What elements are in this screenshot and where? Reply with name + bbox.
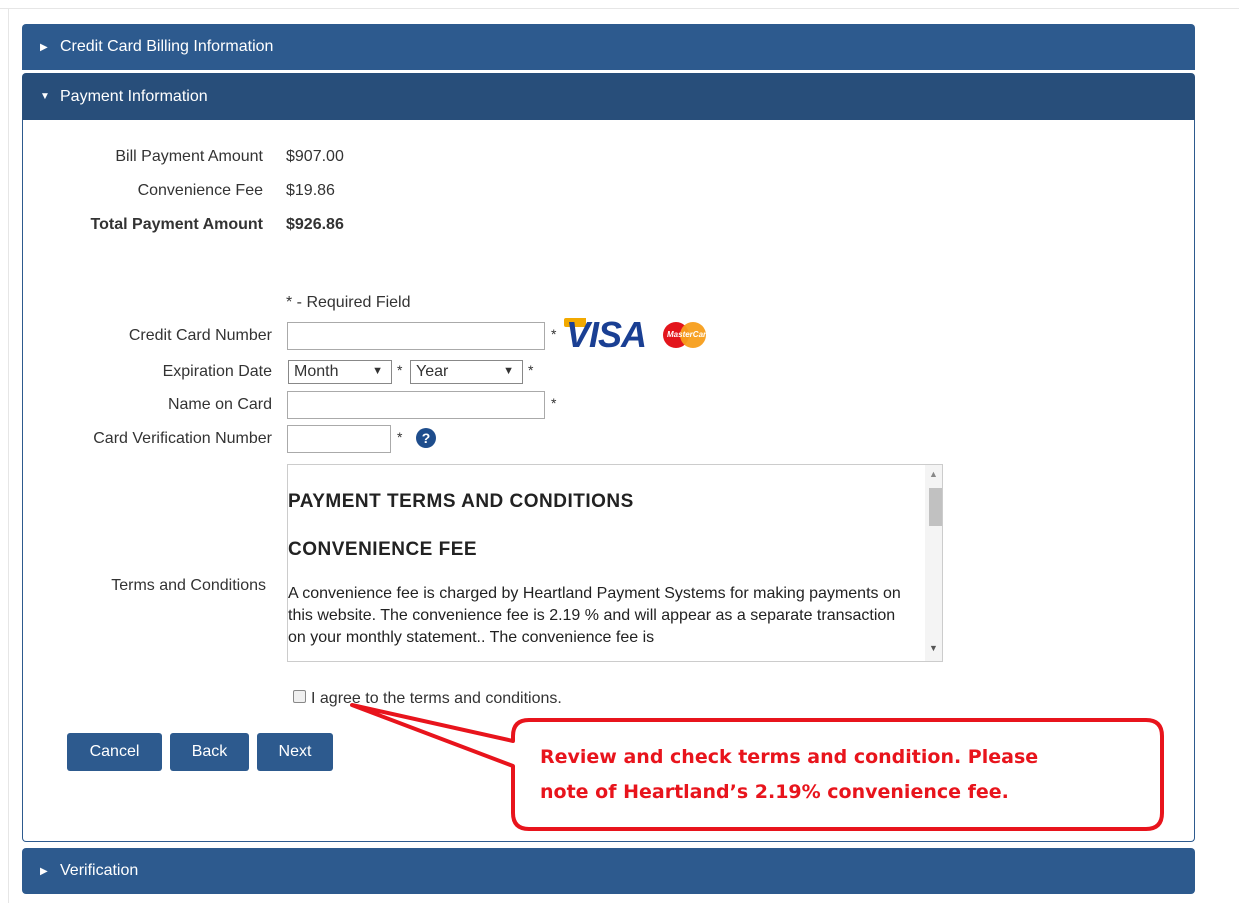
next-button[interactable]: Next xyxy=(257,733,333,771)
callout-line-2: note of Heartland’s 2.19% convenience fe… xyxy=(540,781,1009,803)
accordion-verification-header[interactable]: ▶ Verification xyxy=(22,848,1195,894)
convenience-fee-heading: CONVENIENCE FEE xyxy=(288,539,478,560)
accordion-billing-header[interactable]: ▶ Credit Card Billing Information xyxy=(22,24,1195,70)
cvv-label: Card Verification Number xyxy=(93,430,272,447)
terms-heading: PAYMENT TERMS AND CONDITIONS xyxy=(288,491,634,512)
agree-terms-label[interactable]: I agree to the terms and conditions. xyxy=(311,690,562,708)
name-on-card-input[interactable] xyxy=(287,391,545,419)
accordion-payment-header[interactable]: ▼ Payment Information xyxy=(22,73,1195,120)
required-marker: * xyxy=(551,326,557,342)
agree-terms-checkbox[interactable] xyxy=(293,690,306,703)
dropdown-arrow-icon: ▼ xyxy=(503,365,514,377)
accordion-billing-title: Credit Card Billing Information xyxy=(60,38,274,55)
expiration-month-select[interactable]: Month ▼ xyxy=(288,360,392,384)
card-number-label: Credit Card Number xyxy=(128,327,272,344)
caret-down-icon: ▼ xyxy=(40,91,50,102)
expiration-year-select[interactable]: Year ▼ xyxy=(410,360,523,384)
bill-amount-label: Bill Payment Amount xyxy=(115,148,263,165)
required-marker: * xyxy=(551,395,557,411)
required-marker: * xyxy=(397,429,403,445)
terms-scrollbar[interactable]: ▲ ▼ xyxy=(925,465,942,661)
back-button[interactable]: Back xyxy=(170,733,249,771)
cvv-input[interactable] xyxy=(287,425,391,453)
page-frame-top xyxy=(0,8,1239,9)
page-frame-left xyxy=(8,8,9,903)
help-icon[interactable]: ? xyxy=(416,428,436,448)
terms-body-text: A convenience fee is charged by Heartlan… xyxy=(288,585,901,646)
convenience-fee-label: Convenience Fee xyxy=(137,182,263,199)
card-number-input[interactable] xyxy=(287,322,545,350)
accordion-payment-title: Payment Information xyxy=(60,87,208,105)
required-marker: * xyxy=(528,362,534,378)
total-amount-label: Total Payment Amount xyxy=(90,216,263,233)
scroll-down-icon[interactable]: ▼ xyxy=(929,643,938,653)
year-select-value: Year xyxy=(416,363,449,380)
callout-text: Review and check terms and condition. Pl… xyxy=(540,740,1140,810)
expiration-date-label: Expiration Date xyxy=(162,363,272,380)
required-marker: * xyxy=(397,362,403,378)
scroll-up-icon[interactable]: ▲ xyxy=(929,469,938,479)
total-amount-value: $926.86 xyxy=(286,216,344,233)
mastercard-logo-text: MasterCard xyxy=(667,330,712,339)
required-field-note: * - Required Field xyxy=(286,294,411,311)
terms-label: Terms and Conditions xyxy=(111,577,266,594)
month-select-value: Month xyxy=(294,363,339,380)
visa-logo: VISA xyxy=(566,314,647,355)
name-on-card-label: Name on Card xyxy=(167,396,272,413)
convenience-fee-value: $19.86 xyxy=(286,182,335,199)
scrollbar-thumb[interactable] xyxy=(929,488,942,526)
accordion-verification-title: Verification xyxy=(60,862,139,879)
caret-right-icon: ▶ xyxy=(40,41,48,53)
dropdown-arrow-icon: ▼ xyxy=(372,365,383,377)
cancel-button[interactable]: Cancel xyxy=(67,733,162,771)
mastercard-logo: MasterCard xyxy=(663,322,711,348)
bill-amount-value: $907.00 xyxy=(286,148,344,165)
caret-right-icon: ▶ xyxy=(40,865,48,877)
terms-scroll-box[interactable]: PAYMENT TERMS AND CONDITIONS CONVENIENCE… xyxy=(287,464,943,662)
callout-line-1: Review and check terms and condition. Pl… xyxy=(540,746,1039,768)
